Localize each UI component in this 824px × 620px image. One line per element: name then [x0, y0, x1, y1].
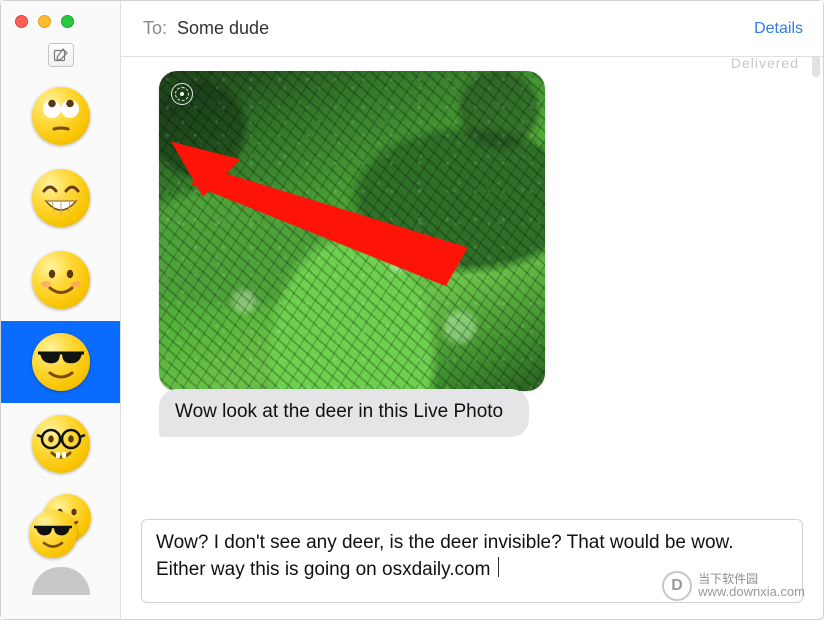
conversation-item-smile[interactable] [1, 239, 120, 321]
window-controls [15, 15, 74, 28]
compose-button[interactable] [48, 43, 74, 67]
delivery-status: Delivered [731, 57, 799, 71]
close-window-button[interactable] [15, 15, 28, 28]
conversation-sidebar [1, 1, 121, 619]
conversation-item-grin[interactable] [1, 157, 120, 239]
to-label: To: [143, 18, 167, 39]
message-input[interactable]: Wow? I don't see any deer, is the deer i… [141, 519, 803, 603]
conversation-item-placeholder[interactable] [1, 567, 120, 607]
conversation-item-cool[interactable] [1, 321, 120, 403]
conversation-item-group[interactable] [1, 485, 120, 567]
details-button[interactable]: Details [754, 20, 803, 38]
text-cursor [498, 557, 499, 577]
recipient-name[interactable]: Some dude [177, 18, 269, 39]
photo-content [159, 71, 545, 391]
scroll-track[interactable] [807, 63, 821, 509]
compose-row [1, 43, 120, 75]
minimize-window-button[interactable] [38, 15, 51, 28]
conversation-header: To: Some dude Details [121, 1, 823, 57]
conversation-list [1, 75, 120, 619]
draft-text: Wow? I don't see any deer, is the deer i… [156, 532, 734, 580]
incoming-photo-bubble[interactable] [159, 71, 545, 391]
avatar-placeholder-icon [32, 567, 90, 595]
incoming-message-bubble[interactable]: Wow look at the deer in this Live Photo [159, 389, 529, 437]
maximize-window-button[interactable] [61, 15, 74, 28]
live-photo-badge-icon [171, 83, 193, 105]
chat-transcript[interactable]: Delivered Wow look at the deer in this L… [121, 57, 823, 511]
conversation-item-nerd[interactable] [1, 403, 120, 485]
compose-icon [53, 47, 69, 63]
conversation-item-eyeroll[interactable] [1, 75, 120, 157]
conversation-main: To: Some dude Details Delivered Wow look… [121, 1, 823, 619]
messages-window: To: Some dude Details Delivered Wow look… [0, 0, 824, 620]
incoming-message-text: Wow look at the deer in this Live Photo [175, 401, 503, 422]
